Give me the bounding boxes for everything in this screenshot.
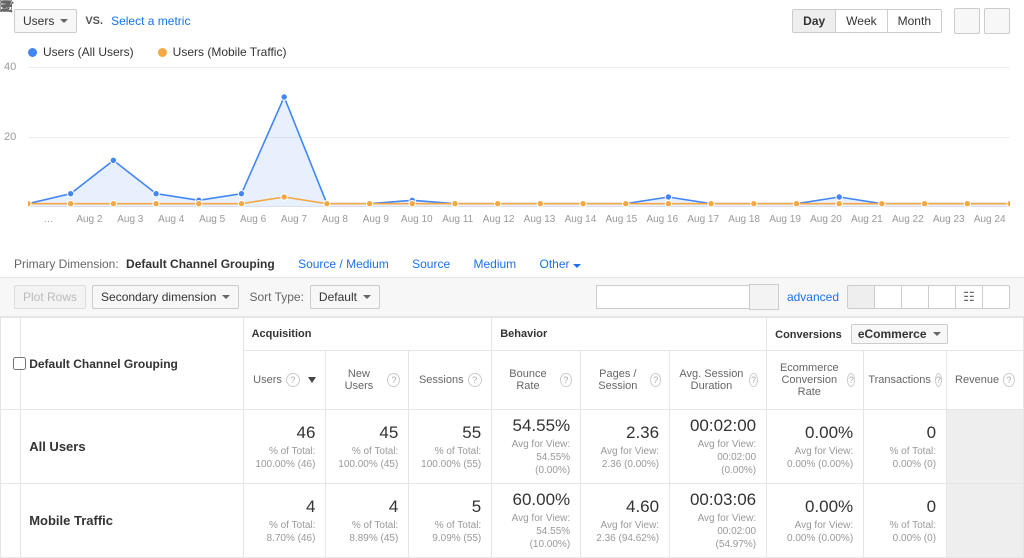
col-header[interactable]: Sessions? [409,351,492,410]
table-row: All Users46% of Total: 100.00% (46)45% o… [1,410,1024,484]
chevron-down-icon [933,332,941,336]
metric-cell [947,410,1024,484]
sort-desc-icon [308,377,316,383]
help-icon[interactable]: ? [1003,373,1015,387]
granularity-day[interactable]: Day [793,10,836,32]
chevron-down-icon [222,295,230,299]
metric-cell: 00:03:06Avg for View: 00:02:00 (54.97%) [670,484,767,558]
search-box [596,284,779,310]
legend-series-1: Users (Mobile Traffic) [158,45,287,59]
metric-cell [947,484,1024,558]
x-axis-labels: …Aug 2Aug 3Aug 4Aug 5Aug 6Aug 7Aug 8Aug … [28,214,1010,225]
metric-cell: 4% of Total: 8.89% (45) [326,484,409,558]
col-header[interactable]: Bounce Rate? [492,351,581,410]
advanced-link[interactable]: advanced [787,290,839,304]
motion-chart-icon[interactable] [984,8,1010,34]
col-header[interactable]: Users? [243,351,326,410]
metric-cell: 55% of Total: 100.00% (55) [409,410,492,484]
help-icon[interactable]: ? [935,373,942,387]
metric-cell: 0.00%Avg for View: 0.00% (0.00%) [767,410,864,484]
chevron-down-icon [573,264,581,268]
metric-dropdown[interactable]: Users [14,9,77,33]
chevron-down-icon [60,19,68,23]
col-header[interactable]: Transactions? [864,351,947,410]
col-header[interactable]: Revenue? [947,351,1024,410]
metric-cell: 4.60Avg for View: 2.36 (94.62%) [581,484,670,558]
metric-cell: 46% of Total: 100.00% (46) [243,410,326,484]
group-conversions: Conversions eCommerce [767,318,1024,351]
dot-icon [28,48,37,57]
primary-dim-selected[interactable]: Default Channel Grouping [126,257,275,271]
help-icon[interactable]: ? [749,373,758,387]
data-table: Default Channel Grouping Acquisition Beh… [0,317,1024,558]
select-metric-link[interactable]: Select a metric [111,14,190,28]
chart-toolbar: Users VS. Select a metric Day Week Month [0,0,1024,43]
view-cloud-icon[interactable]: ☷ [956,286,983,308]
col-header[interactable]: Ecommerce Conversion Rate? [767,351,864,410]
metric-cell: 0.00%Avg for View: 0.00% (0.00%) [767,484,864,558]
granularity-toggle: Day Week Month [792,9,942,33]
view-mode-toggle: ☷ [847,285,1010,309]
table-row: Mobile Traffic4% of Total: 8.70% (46)4% … [1,484,1024,558]
line-chart: 40 20 …Aug 2Aug 3Aug 4Aug 5Aug 6Aug 7Aug… [28,67,1010,207]
view-pie-icon[interactable] [875,286,902,308]
metric-cell: 0% of Total: 0.00% (0) [864,410,947,484]
metric-cell: 45% of Total: 100.00% (45) [326,410,409,484]
dim-other[interactable]: Other [540,257,581,271]
help-icon[interactable]: ? [650,373,661,387]
metric-cell: 54.55%Avg for View: 54.55% (0.00%) [492,410,581,484]
help-icon[interactable]: ? [847,373,855,387]
row-dimension-header[interactable]: Default Channel Grouping [21,318,243,410]
metric-cell: 5% of Total: 9.09% (55) [409,484,492,558]
primary-dimension-row: Primary Dimension: Default Channel Group… [0,247,1024,277]
granularity-week[interactable]: Week [836,10,887,32]
dim-medium[interactable]: Medium [473,257,516,271]
metric-cell: 00:02:00Avg for View: 00:02:00 (0.00%) [670,410,767,484]
help-icon[interactable]: ? [387,373,400,387]
table-toolbar: Plot Rows Secondary dimension Sort Type:… [0,277,1024,317]
dim-source[interactable]: Source [412,257,450,271]
view-comparison-icon[interactable] [929,286,956,308]
conversions-dropdown[interactable]: eCommerce [851,324,948,344]
metric-cell: 60.00%Avg for View: 54.55% (10.00%) [492,484,581,558]
group-behavior: Behavior [492,318,767,351]
help-icon[interactable]: ? [286,373,300,387]
legend-series-0: Users (All Users) [28,45,134,59]
dim-source-medium[interactable]: Source / Medium [298,257,389,271]
sort-type-label: Sort Type: [249,290,303,304]
row-label[interactable]: All Users [21,410,243,484]
metric-cell: 2.36Avg for View: 2.36 (0.00%) [581,410,670,484]
help-icon[interactable]: ? [468,373,482,387]
vs-label: VS. [85,15,103,27]
group-acquisition: Acquisition [243,318,492,351]
chevron-down-icon [363,295,371,299]
view-pivot-icon[interactable] [983,286,1009,308]
plot-rows-button: Plot Rows [14,285,86,309]
view-bar-icon[interactable] [902,286,929,308]
granularity-month[interactable]: Month [888,10,941,32]
metric-cell: 4% of Total: 8.70% (46) [243,484,326,558]
col-header[interactable]: Pages / Session? [581,351,670,410]
checkbox-all[interactable] [1,318,21,410]
y-tick: 20 [4,131,16,143]
col-header[interactable]: New Users? [326,351,409,410]
table-group-header: Default Channel Grouping Acquisition Beh… [1,318,1024,351]
line-chart-icon[interactable] [954,8,980,34]
dot-icon [158,48,167,57]
col-header[interactable]: Avg. Session Duration? [670,351,767,410]
row-label[interactable]: Mobile Traffic [21,484,243,558]
secondary-dimension-dropdown[interactable]: Secondary dimension [92,285,239,309]
metric-cell: 0% of Total: 0.00% (0) [864,484,947,558]
search-button[interactable] [749,284,779,310]
help-icon[interactable]: ? [560,373,572,387]
search-input[interactable] [596,285,749,309]
sort-dropdown[interactable]: Default [310,285,380,309]
y-tick: 40 [4,61,16,73]
primary-dim-label: Primary Dimension: [14,257,119,271]
view-table-icon[interactable] [848,286,875,308]
chart-legend: Users (All Users) Users (Mobile Traffic) [0,43,1024,67]
